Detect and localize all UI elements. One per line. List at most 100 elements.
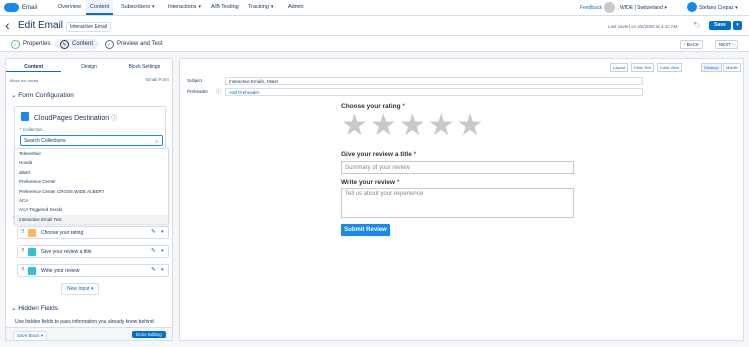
nav-tab-ab-testing[interactable]: A/B Testing bbox=[207, 0, 243, 15]
star-icon[interactable]: ★ bbox=[370, 111, 397, 141]
field-row-review[interactable]: ⠿ Write your review ✎ ▾ bbox=[17, 264, 169, 277]
chevron-down-icon[interactable]: ▾ bbox=[161, 267, 164, 273]
collection-option[interactable]: Teleserbier bbox=[15, 149, 168, 158]
hidden-fields-title: Hidden Fields bbox=[18, 305, 59, 312]
edit-pencil-icon[interactable]: ✎ bbox=[151, 229, 156, 235]
review-title-label-text: Give your review a title bbox=[341, 151, 412, 158]
field-row-title[interactable]: ⠿ Give your review a title ✎ ▾ bbox=[17, 245, 169, 258]
collection-option[interactable]: ACA Triggered Sends bbox=[15, 205, 168, 214]
collection-option[interactable]: Preference Center bbox=[15, 177, 168, 186]
review-body-textarea[interactable]: Tell us about your experience bbox=[341, 188, 574, 218]
plain-text-view-button[interactable]: Plain Text bbox=[631, 63, 655, 72]
save-block-label: Save Block bbox=[17, 333, 40, 338]
desktop-view-button[interactable]: Desktop bbox=[701, 63, 722, 72]
left-footer: Save Block ▾ Done Editing bbox=[6, 327, 172, 341]
step-properties-label: Properties bbox=[23, 41, 51, 47]
step-preview[interactable]: ✓ Preview and Test bbox=[105, 39, 163, 49]
collection-option[interactable]: Honda bbox=[15, 158, 168, 167]
save-dropdown-button[interactable]: ▾ bbox=[733, 21, 742, 30]
tag-icon[interactable]: 🏷 bbox=[693, 22, 701, 29]
mobile-view-button[interactable]: Mobile bbox=[723, 63, 741, 72]
email-name[interactable]: Interactive Email bbox=[66, 22, 111, 32]
info-icon: ⓘ bbox=[111, 116, 118, 122]
subject-input[interactable]: Interactive Emails, Mate! bbox=[225, 77, 643, 85]
code-view-button[interactable]: Code View bbox=[657, 63, 683, 72]
drag-handle-icon[interactable]: ⠿ bbox=[21, 267, 25, 273]
drag-handle-icon[interactable]: ⠿ bbox=[21, 229, 25, 235]
preheader-input[interactable]: Add Preheader bbox=[225, 88, 643, 96]
block-type-label: Email Form bbox=[146, 77, 170, 82]
chevron-down-icon: ▾ bbox=[198, 4, 201, 10]
collections-dropdown: Teleserbier Honda albert Preference Cent… bbox=[14, 148, 169, 225]
collection-option[interactable]: albert bbox=[15, 168, 168, 177]
title-bar: ‹ Edit Email Interactive Email Last save… bbox=[0, 16, 749, 36]
feedback-link[interactable]: Feedback bbox=[580, 5, 602, 11]
chevron-down-icon: ▾ bbox=[270, 4, 274, 10]
tab-content[interactable]: Content bbox=[6, 62, 62, 72]
done-editing-button[interactable]: Done Editing bbox=[132, 331, 166, 338]
collection-option[interactable]: Preference Center CROSS WIDE ALBERT bbox=[15, 187, 168, 196]
nav-tab-subscribers[interactable]: Subscribers ▾ bbox=[117, 0, 159, 15]
tab-block-settings[interactable]: Block Settings bbox=[117, 62, 172, 72]
new-input-button[interactable]: New Input ▾ bbox=[61, 283, 100, 295]
review-title-input[interactable]: Summary of your review bbox=[341, 161, 574, 174]
nav-tab-tracking[interactable]: Tracking ▾ bbox=[244, 0, 277, 15]
nav-tab-overview[interactable]: Overview bbox=[54, 0, 85, 15]
search-icon: ⌕ bbox=[155, 139, 158, 145]
next-button[interactable]: NEXT › bbox=[715, 40, 738, 49]
edit-pencil-icon[interactable]: ✎ bbox=[151, 248, 156, 254]
document-icon bbox=[21, 112, 29, 121]
save-block-button[interactable]: Save Block ▾ bbox=[13, 331, 48, 341]
back-chevron-icon[interactable]: ‹ bbox=[5, 17, 10, 33]
chevron-down-icon: ▾ bbox=[90, 286, 94, 292]
top-nav: Email Overview Content Subscribers ▾ Inte… bbox=[0, 0, 749, 16]
field-row-rating[interactable]: ⠿ Choose your rating ✎ ▾ bbox=[17, 226, 169, 239]
drag-handle-icon[interactable]: ⠿ bbox=[21, 248, 25, 254]
chevron-down-icon[interactable]: ▾ bbox=[161, 248, 164, 254]
star-rating: ★ ★ ★ ★ ★ bbox=[341, 111, 484, 141]
step-content[interactable]: ✎ Content bbox=[60, 39, 93, 49]
submit-review-button[interactable]: Submit Review bbox=[341, 224, 390, 236]
review-body-label: Write your review * bbox=[341, 179, 399, 186]
chevron-down-icon[interactable]: ▾ bbox=[161, 229, 164, 235]
collection-search-input[interactable]: Search Collections ⌕ bbox=[20, 135, 163, 146]
save-button[interactable]: Save bbox=[709, 21, 731, 30]
back-button[interactable]: ‹ BACK bbox=[680, 40, 704, 49]
nav-tab-interactions[interactable]: Interactions ▾ bbox=[164, 0, 205, 15]
nav-tab-admin[interactable]: Admin bbox=[284, 0, 308, 15]
user-avatar bbox=[687, 2, 697, 12]
page-title: Edit Email bbox=[18, 20, 64, 31]
star-icon bbox=[28, 229, 36, 237]
app-name: Email bbox=[22, 4, 38, 11]
layout-view-button[interactable]: Layout bbox=[610, 63, 629, 72]
check-circle-icon: ✓ bbox=[105, 39, 114, 49]
step-preview-label: Preview and Test bbox=[117, 41, 163, 47]
form-configuration-title: Form Configuration bbox=[18, 92, 74, 99]
app-brand[interactable]: Email bbox=[4, 3, 37, 12]
collection-option[interactable]: ACA bbox=[15, 196, 168, 205]
step-properties[interactable]: ✓ Properties bbox=[11, 39, 50, 49]
collection-option[interactable]: Interactive Email Test bbox=[15, 214, 168, 225]
cloudpages-title: CloudPages Destination ⓘ bbox=[34, 113, 117, 122]
collection-label: * Collection bbox=[20, 127, 43, 132]
chevron-down-icon: ▾ bbox=[152, 4, 155, 10]
left-panel: Content Design Block Settings Block not … bbox=[5, 58, 173, 341]
user-menu[interactable]: Stefano Crepaz ▾ bbox=[699, 5, 738, 11]
star-icon[interactable]: ★ bbox=[399, 111, 426, 141]
form-configuration-header[interactable]: ⌄ Form Configuration bbox=[11, 91, 74, 99]
star-icon[interactable]: ★ bbox=[341, 111, 368, 141]
cloudpages-title-text: CloudPages Destination bbox=[34, 115, 110, 122]
chevron-down-icon: ⌄ bbox=[11, 305, 17, 312]
salesforce-cloud-icon bbox=[4, 3, 19, 12]
collection-search-placeholder: Search Collections bbox=[24, 138, 66, 144]
edit-pencil-icon[interactable]: ✎ bbox=[151, 267, 156, 273]
hidden-fields-header[interactable]: ⌄ Hidden Fields bbox=[11, 304, 58, 312]
account-switcher[interactable]: WIDE | Switzerland ▾ bbox=[620, 5, 667, 11]
last-saved-text: Last saved on 4/6/2020 at 4:42 AM bbox=[608, 24, 678, 29]
pencil-icon: ✎ bbox=[60, 39, 69, 49]
nav-tab-content[interactable]: Content bbox=[86, 0, 114, 15]
chevron-down-icon: ▾ bbox=[664, 5, 667, 11]
star-icon[interactable]: ★ bbox=[457, 111, 484, 141]
star-icon[interactable]: ★ bbox=[428, 111, 455, 141]
tab-design[interactable]: Design bbox=[61, 62, 116, 72]
